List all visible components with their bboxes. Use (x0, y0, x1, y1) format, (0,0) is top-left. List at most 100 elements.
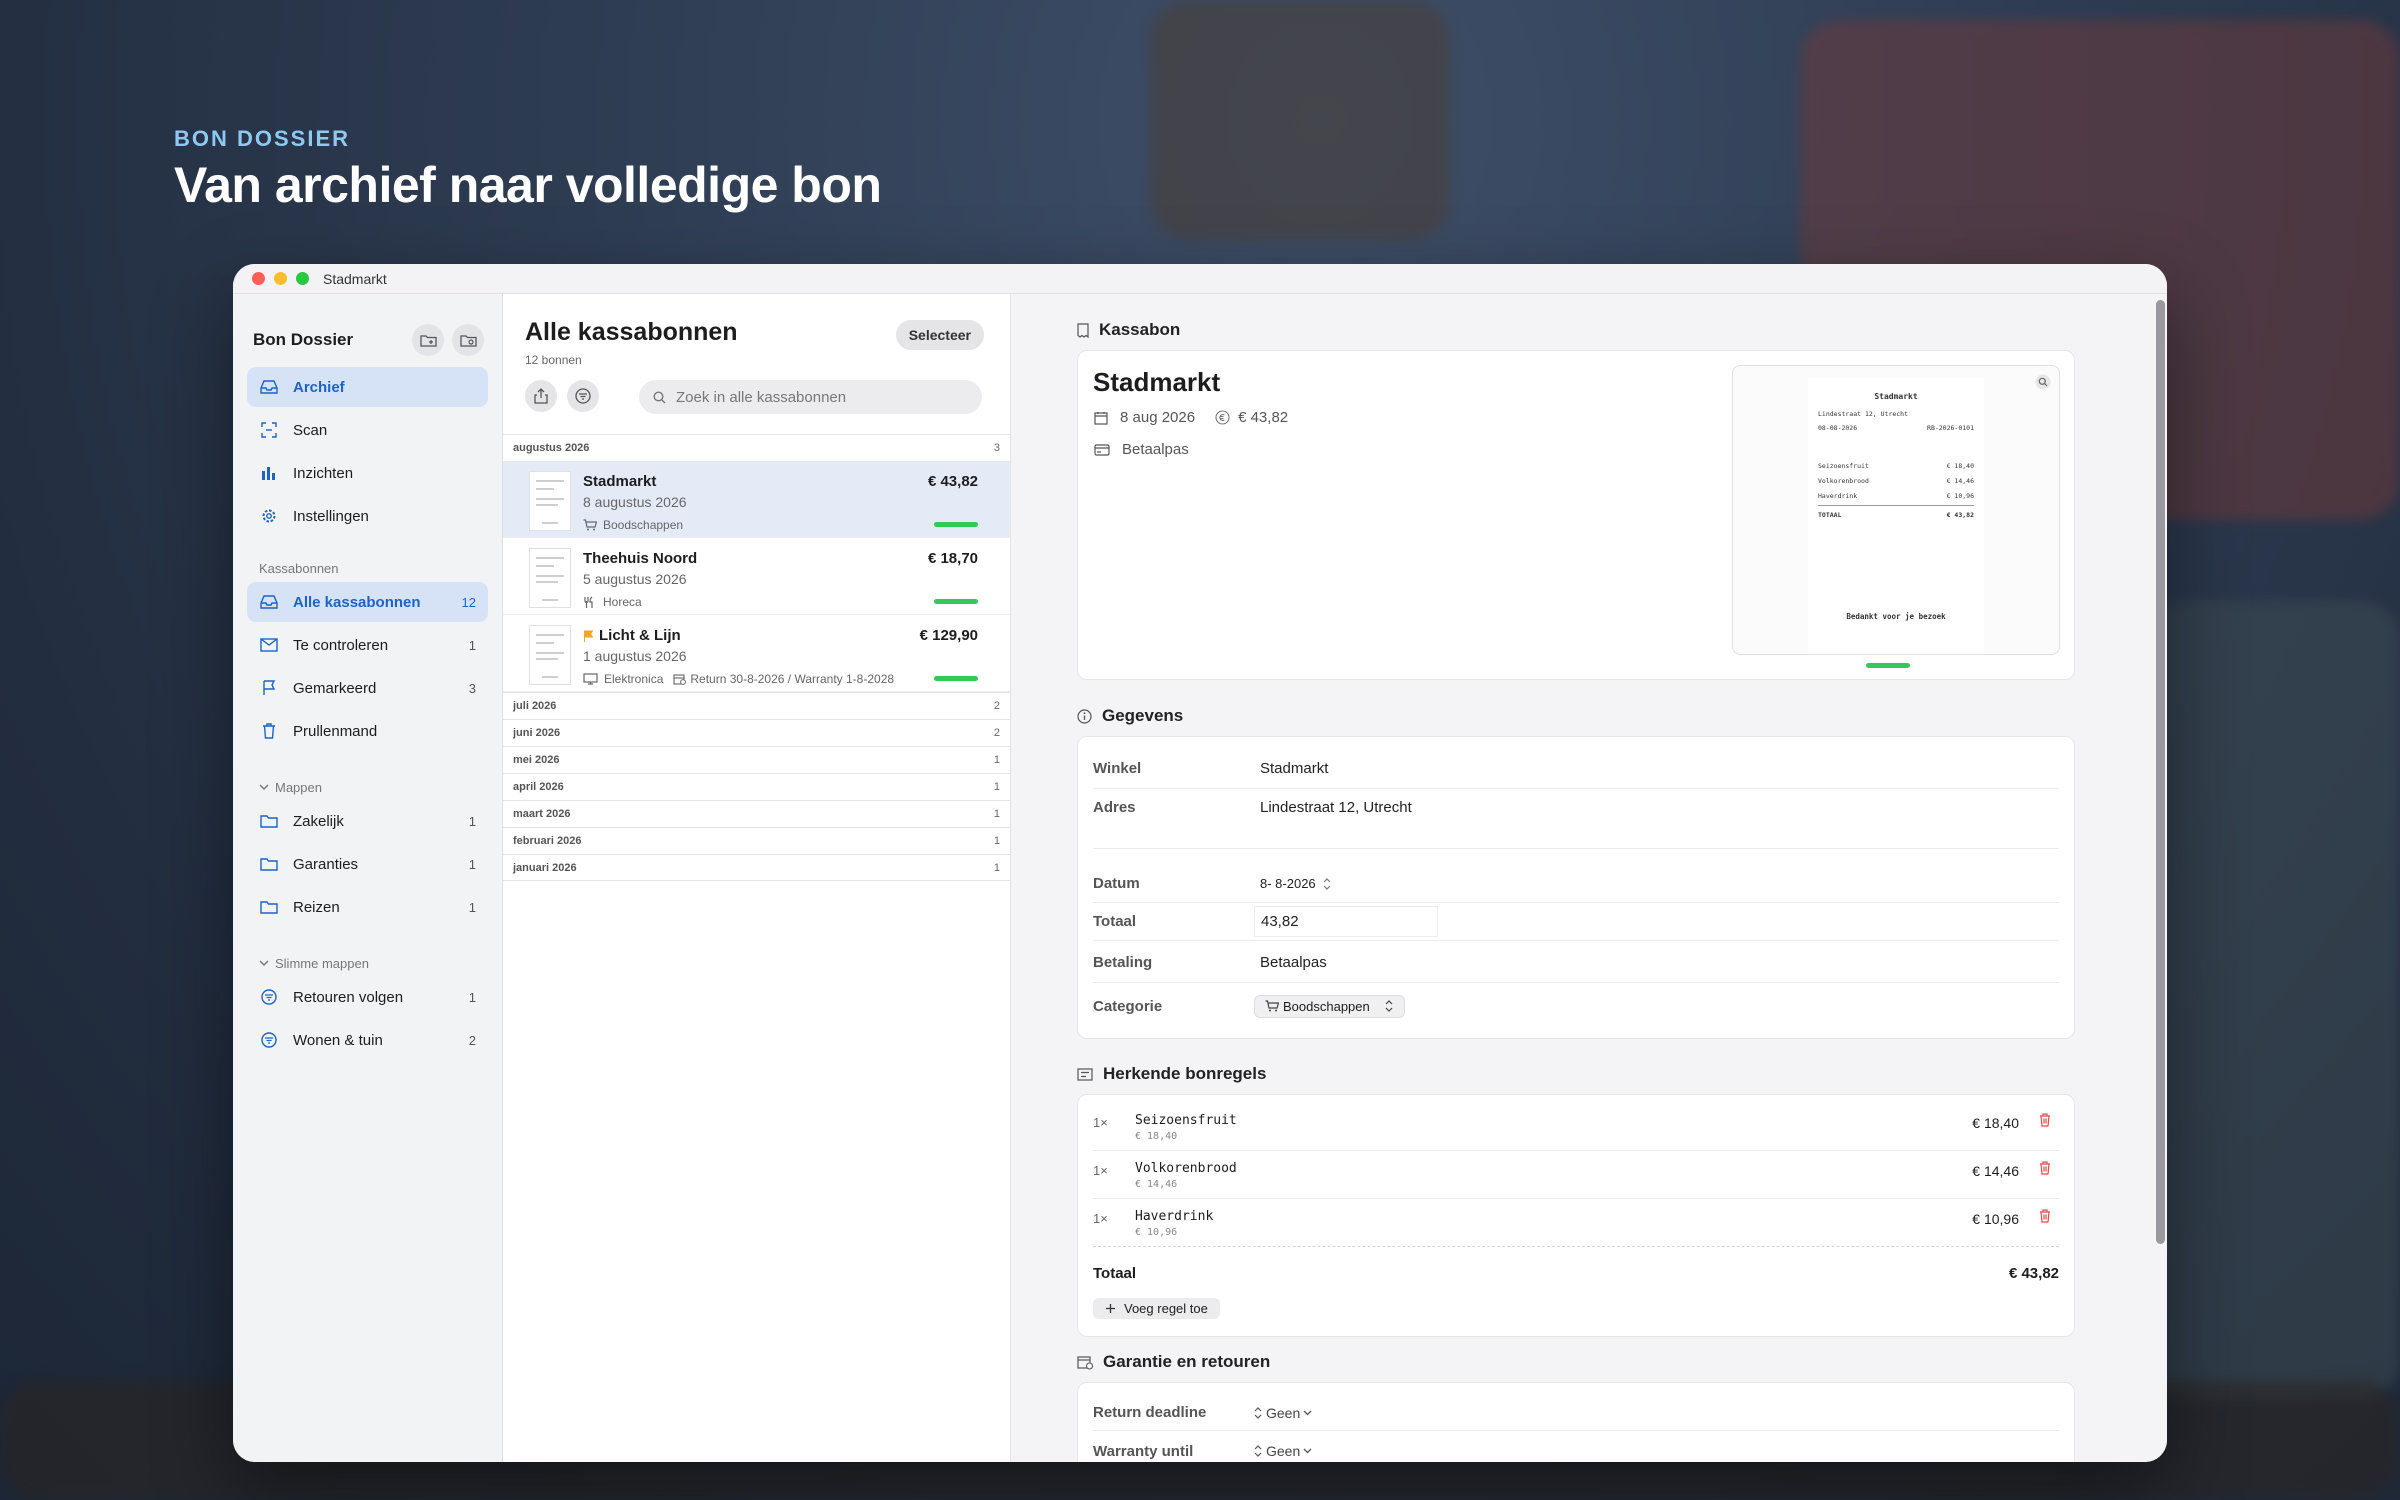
trash-icon[interactable] (2039, 1161, 2051, 1175)
section-header-lines: Herkende bonregels (1077, 1064, 1266, 1084)
section-label: Slimme mappen (275, 955, 369, 971)
group-header[interactable]: april 2026 1 (503, 773, 1010, 800)
select-button[interactable]: Selecteer (895, 320, 984, 350)
sidebar-item-count: 1 (468, 813, 476, 829)
sidebar-item-label: Prullenmand (293, 722, 378, 740)
completeness-bar (934, 676, 978, 681)
sidebar-section-smart-folders[interactable]: Slimme mappen (233, 953, 502, 973)
sidebar-item-label: Gemarkeerd (293, 679, 377, 697)
line-sub: € 10,96 (1135, 1227, 1178, 1238)
group-count: 3 (993, 442, 1000, 454)
field-row-store: Winkel Stadmarkt (1093, 749, 2059, 789)
group-label: juni 2026 (513, 727, 561, 739)
flag-icon (263, 680, 276, 695)
zoom-icon[interactable] (2035, 374, 2051, 390)
sidebar-item-smart-returns[interactable]: Retouren volgen 1 (247, 977, 488, 1017)
search-icon (653, 390, 666, 403)
filter-icon (575, 388, 591, 404)
group-header[interactable]: februari 2026 1 (503, 827, 1010, 854)
section-title: Kassabon (1099, 320, 1181, 339)
search-field[interactable]: Zoek in alle kassabonnen (639, 380, 982, 414)
group-label: februari 2026 (513, 835, 582, 847)
category-label: Boodschappen (603, 518, 684, 532)
sidebar-item-flagged[interactable]: Gemarkeerd 3 (247, 668, 488, 708)
sidebar-item-folder-reizen[interactable]: Reizen 1 (247, 887, 488, 927)
sidebar-item-label: Wonen & tuin (293, 1031, 383, 1049)
sidebar-item-all-receipts[interactable]: Alle kassabonnen 12 (247, 582, 488, 622)
sidebar-item-inzichten[interactable]: Inzichten (247, 453, 488, 493)
sidebar-item-label: Zakelijk (293, 812, 344, 830)
plus-icon (1106, 1304, 1115, 1313)
category-popup-button[interactable]: Boodschappen (1254, 994, 1405, 1018)
line-item-row[interactable]: 1× Volkorenbrood € 14,46 € 14,46 (1093, 1151, 2059, 1199)
group-label: januari 2026 (513, 861, 577, 874)
sidebar-item-folder-garanties[interactable]: Garanties 1 (247, 844, 488, 884)
group-header[interactable]: januari 2026 1 (503, 854, 1010, 881)
return-deadline-popup[interactable]: Geen (1254, 1405, 1312, 1421)
new-smart-folder-button[interactable] (452, 324, 484, 356)
receipt-payment: Betaalpas (1094, 441, 1189, 458)
line-name: Seizoensfruit (1135, 1113, 1237, 1128)
lines-total-label: Totaal (1093, 1265, 1137, 1282)
trash-icon[interactable] (2039, 1209, 2051, 1223)
sidebar-item-folder-zakelijk[interactable]: Zakelijk 1 (247, 801, 488, 841)
receipt-card: Stadmarkt 8 aug 2026 € 43,82 Betaalpas S… (1077, 350, 2075, 680)
sidebar-item-label: Inzichten (293, 464, 354, 482)
trash-icon (263, 723, 275, 739)
trash-icon[interactable] (2039, 1113, 2051, 1127)
section-title: Herkende bonregels (1103, 1064, 1267, 1083)
window-titlebar: Stadmarkt (233, 264, 2167, 294)
sidebar: Bon Dossier Archief Scan Inzichten Inste… (233, 294, 503, 1462)
sidebar-item-scan[interactable]: Scan (247, 410, 488, 450)
filter-button[interactable] (567, 380, 599, 412)
group-header[interactable]: mei 2026 1 (503, 746, 1010, 773)
add-line-button[interactable]: Voeg regel toe (1093, 1298, 1220, 1319)
group-label: mei 2026 (513, 754, 560, 766)
address-field[interactable]: Lindestraat 12, Utrecht (1254, 799, 2059, 822)
line-price: € 10,96 (1972, 1211, 2019, 1227)
folder-icon (260, 858, 278, 871)
group-header[interactable]: juli 2026 2 (503, 692, 1010, 719)
receipt-image-preview[interactable]: Stadmarkt Lindestraat 12, Utrecht 08-08-… (1732, 365, 2060, 655)
zoom-window-button[interactable] (296, 272, 309, 285)
group-count: 2 (993, 727, 1000, 739)
close-window-button[interactable] (252, 272, 265, 285)
detail-scrollbar[interactable] (2156, 300, 2165, 1244)
group-header-august[interactable]: augustus 2026 3 (503, 434, 1010, 461)
completeness-bar (1866, 663, 1910, 668)
field-row-address: Adres Lindestraat 12, Utrecht (1093, 791, 2059, 849)
group-count: 1 (993, 808, 1000, 820)
share-button[interactable] (525, 380, 557, 412)
stepper-icon[interactable] (1322, 877, 1332, 891)
calendar-icon (1094, 411, 1108, 425)
receipt-row[interactable]: Theehuis Noord 5 augustus 2026 Horeca € … (503, 538, 1010, 615)
date-picker[interactable]: 8- 8-2026 (1254, 870, 1322, 897)
new-folder-button[interactable] (412, 324, 444, 356)
sidebar-item-smart-home[interactable]: Wonen & tuin 2 (247, 1020, 488, 1060)
sidebar-item-archief[interactable]: Archief (247, 367, 488, 407)
line-item-row[interactable]: 1× Seizoensfruit € 18,40 € 18,40 (1093, 1103, 2059, 1151)
receipt-row[interactable]: Licht & Lijn 1 augustus 2026 Elektronica… (503, 615, 1010, 692)
sidebar-item-to-review[interactable]: Te controleren 1 (247, 625, 488, 665)
sidebar-item-trash[interactable]: Prullenmand (247, 711, 488, 751)
lines-total-row: Totaal € 43,82 (1093, 1265, 2059, 1282)
receipt-amount: € 43,82 (1238, 409, 1289, 426)
group-header[interactable]: juni 2026 2 (503, 719, 1010, 746)
euro-circle-icon (1215, 410, 1230, 425)
line-item-row[interactable]: 1× Haverdrink € 10,96 € 10,96 (1093, 1199, 2059, 1247)
minimize-window-button[interactable] (274, 272, 287, 285)
sidebar-section-folders[interactable]: Mappen (233, 777, 502, 797)
receipt-row[interactable]: Stadmarkt 8 augustus 2026 Boodschappen €… (503, 461, 1010, 538)
payment-field[interactable]: Betaalpas (1254, 948, 2059, 977)
group-header[interactable]: maart 2026 1 (503, 800, 1010, 827)
warranty-until-popup[interactable]: Geen (1254, 1443, 1312, 1459)
store-field[interactable]: Stadmarkt (1254, 754, 2059, 783)
total-field[interactable]: 43,82 (1254, 906, 1438, 937)
line-qty: 1× (1093, 1163, 1108, 1178)
sidebar-item-label: Reizen (293, 898, 340, 916)
sidebar-item-instellingen[interactable]: Instellingen (247, 496, 488, 536)
sidebar-item-label: Instellingen (293, 507, 369, 525)
paper-line-price: € 18,40 (1946, 462, 1974, 470)
line-name: Haverdrink (1135, 1209, 1214, 1224)
field-row-total: Totaal 43,82 (1093, 903, 2059, 941)
